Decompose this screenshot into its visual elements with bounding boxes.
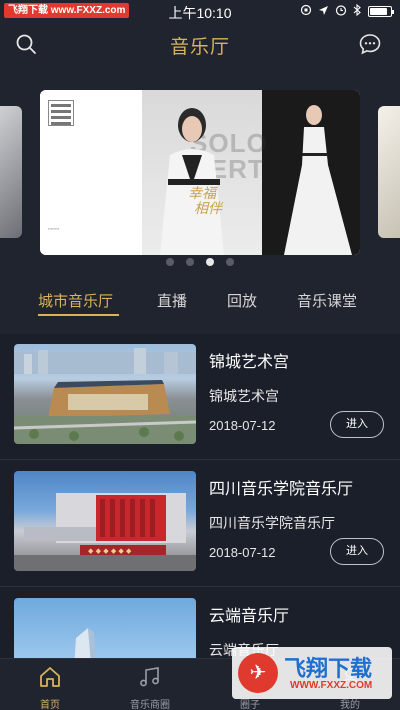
carousel-dot[interactable]	[166, 258, 174, 266]
watermark-logo: ✈ 飞翔下载 WWW.FXXZ.COM	[232, 647, 392, 699]
banner-left-page: ▪▪▪▪▪▪▪▪	[40, 90, 142, 255]
category-tabs: 城市音乐厅 直播 回放 音乐课堂	[0, 278, 400, 334]
banner-fineprint: ▪▪▪▪▪▪▪▪	[48, 226, 60, 231]
list-item[interactable]: 锦城艺术宫 锦城艺术宫 2018-07-12 进入	[0, 334, 400, 460]
alarm-icon	[335, 4, 347, 19]
watermark-logo-title: 飞翔下载	[284, 656, 373, 681]
carousel-dot[interactable]	[226, 258, 234, 266]
battery-icon	[368, 6, 394, 17]
tab-city-concert-hall[interactable]: 城市音乐厅	[38, 290, 113, 311]
status-icons	[300, 3, 394, 19]
venue-thumbnail[interactable]: ◆ ◆ ◆ ◆ ◆ ◆	[14, 471, 196, 571]
venue-list[interactable]: 锦城艺术宫 锦城艺术宫 2018-07-12 进入 ◆ ◆ ◆ ◆ ◆ ◆ 四川…	[0, 334, 400, 658]
singer-portrait-image	[160, 108, 224, 255]
list-item[interactable]: ◆ ◆ ◆ ◆ ◆ ◆ 四川音乐学院音乐厅 四川音乐学院音乐厅 2018-07-…	[0, 461, 400, 587]
page-title: 音乐厅	[169, 37, 230, 58]
banner-gold-title: 幸福 相伴	[188, 187, 222, 217]
banner-next-slide[interactable]	[378, 106, 400, 238]
music-note-icon	[138, 665, 162, 689]
chat-bubble-icon[interactable]	[358, 32, 384, 58]
venue-name: 锦城艺术宫	[209, 354, 290, 371]
tab-music-class[interactable]: 音乐课堂	[297, 290, 357, 311]
watermark-logo-url: WWW.FXXZ.COM	[290, 680, 373, 691]
banner-carousel[interactable]: ▪▪▪▪▪▪▪▪ SOLO CERT 幸福 相伴	[0, 68, 400, 278]
venue-subtitle: 锦城艺术宫	[209, 388, 279, 404]
location-icon	[318, 5, 329, 19]
venue-thumbnail[interactable]	[14, 598, 196, 658]
tab-live[interactable]: 直播	[157, 290, 187, 311]
banner-slide-active[interactable]: ▪▪▪▪▪▪▪▪ SOLO CERT 幸福 相伴	[40, 90, 360, 255]
carousel-dot[interactable]	[186, 258, 194, 266]
venue-thumbnail[interactable]	[14, 344, 196, 444]
banner-gold-line1: 幸福	[188, 186, 216, 202]
rotation-lock-icon	[300, 4, 312, 19]
svg-text:◆ ◆ ◆ ◆ ◆ ◆: ◆ ◆ ◆ ◆ ◆ ◆	[88, 547, 132, 555]
top-header: 音乐厅	[0, 22, 400, 68]
venue-name: 云端音乐厅	[209, 608, 290, 625]
singer-fullbody-image	[284, 105, 352, 255]
venue-subtitle: 四川音乐学院音乐厅	[209, 515, 335, 531]
status-bar: 飞翔下载 www.FXXZ.com 上午10:10	[0, 0, 400, 22]
carousel-dot-active[interactable]	[206, 258, 214, 266]
carousel-indicator	[0, 258, 400, 266]
venue-date: 2018-07-12	[209, 545, 276, 560]
enter-button[interactable]: 进入	[330, 411, 384, 438]
tab-active-underline	[38, 314, 119, 316]
bluetooth-icon	[353, 3, 362, 19]
watermark-logo-icon: ✈	[238, 653, 278, 693]
venue-name: 四川音乐学院音乐厅	[209, 481, 354, 498]
nav-music-business-label: 音乐商圈	[130, 700, 170, 710]
banner-prev-slide[interactable]	[0, 106, 22, 238]
home-icon	[38, 665, 62, 689]
tab-replay[interactable]: 回放	[227, 290, 257, 311]
banner-gold-line2: 相伴	[194, 201, 222, 217]
venue-date: 2018-07-12	[209, 418, 276, 433]
banner-logo-mark	[48, 100, 74, 126]
nav-home-label: 首页	[40, 700, 60, 710]
nav-music-business[interactable]: 音乐商圈	[100, 659, 200, 710]
enter-button[interactable]: 进入	[330, 538, 384, 565]
nav-home[interactable]: 首页	[0, 659, 100, 710]
